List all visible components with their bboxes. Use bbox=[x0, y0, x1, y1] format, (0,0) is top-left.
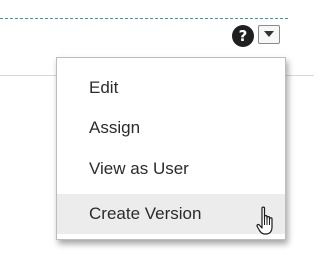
hand-pointer-icon bbox=[256, 206, 273, 235]
menu-item-assign[interactable]: Assign bbox=[57, 108, 285, 148]
menu-item-create-version[interactable]: Create Version bbox=[57, 194, 285, 234]
help-icon[interactable]: ? bbox=[232, 25, 254, 47]
menu-item-edit[interactable]: Edit bbox=[57, 68, 285, 108]
menu-item-view-as-user[interactable]: View as User bbox=[57, 149, 285, 189]
chevron-down-icon bbox=[264, 31, 274, 37]
context-menu: Edit Assign View as User Create Version bbox=[56, 57, 286, 240]
page: ? Edit Assign View as User Create Versio… bbox=[0, 0, 314, 272]
dropdown-toggle-button[interactable] bbox=[258, 25, 280, 44]
dashed-divider bbox=[0, 18, 288, 19]
